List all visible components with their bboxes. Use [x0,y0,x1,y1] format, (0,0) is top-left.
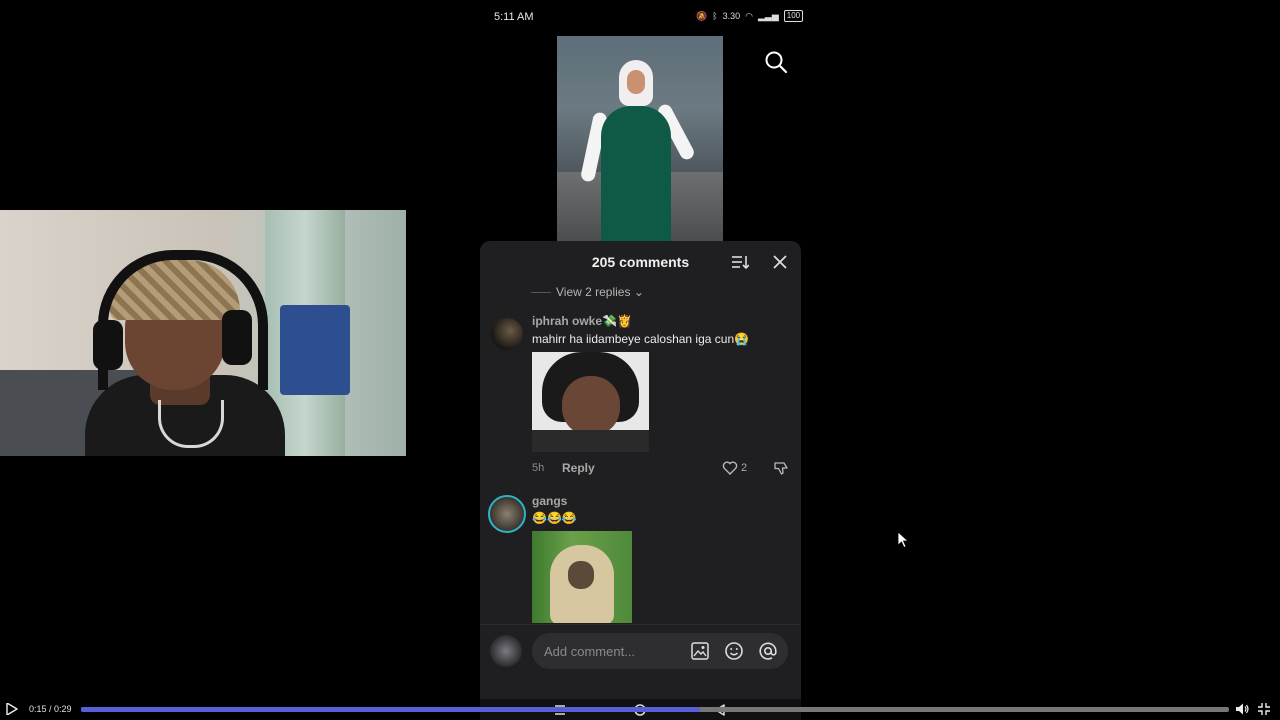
status-time: 5:11 AM [494,11,534,23]
wifi-icon: ◠ [745,10,754,21]
status-icons: 🔕 ᛒ 3.30 ◠ ▂▃▅ 100 [696,10,804,22]
comment-input[interactable] [532,633,788,669]
comments-panel: 205 comments View 2 replies ⌄ iphrah owk… [480,241,801,720]
image-icon[interactable] [690,641,710,661]
view-replies-label: View 2 replies [556,285,631,299]
avatar[interactable] [491,318,523,350]
mention-icon[interactable] [758,641,778,661]
bluetooth-icon: ᛒ [712,11,718,21]
exit-fullscreen-icon[interactable] [1257,702,1271,716]
like-count: 2 [741,462,748,474]
play-icon[interactable] [6,703,18,715]
emoji-icon[interactable] [724,641,744,661]
playback-time: 0:15 / 0:29 [29,704,72,714]
view-replies-link[interactable]: View 2 replies ⌄ [556,285,644,299]
avatar [490,635,522,667]
replies-divider [531,292,551,293]
comment-username[interactable]: iphrah owke💸👸 [532,314,632,328]
comment-gif-image[interactable] [532,352,649,452]
battery-icon: 100 [783,10,804,22]
progress-bar[interactable] [81,707,1229,712]
comments-count-title: 205 comments [591,254,690,270]
comment-username[interactable]: gangs [532,494,567,508]
video-thumbnail[interactable] [557,36,723,242]
volume-icon[interactable] [1235,702,1249,716]
signal-icon: ▂▃▅ [758,10,779,21]
dislike-icon[interactable] [773,460,789,476]
mute-icon: 🔕 [696,10,708,21]
progress-fill [81,707,700,712]
comment-gif-image[interactable] [532,531,632,623]
mouse-cursor-icon [898,532,910,548]
comment-input-bar [480,624,801,720]
search-icon[interactable] [764,50,788,74]
webcam-overlay [0,210,406,456]
reply-button[interactable]: Reply [562,461,595,475]
heart-icon[interactable] [722,460,738,476]
comment-text: 😂😂😂 [532,511,577,525]
sort-icon[interactable] [731,253,749,271]
close-icon[interactable] [772,254,788,270]
comment-text: mahirr ha iidambeye caloshan iga cun😭 [532,332,750,346]
network-speed: 3.30 [722,11,741,21]
chevron-down-icon: ⌄ [633,285,644,299]
comment-age: 5h [532,462,545,474]
avatar[interactable] [488,495,526,533]
